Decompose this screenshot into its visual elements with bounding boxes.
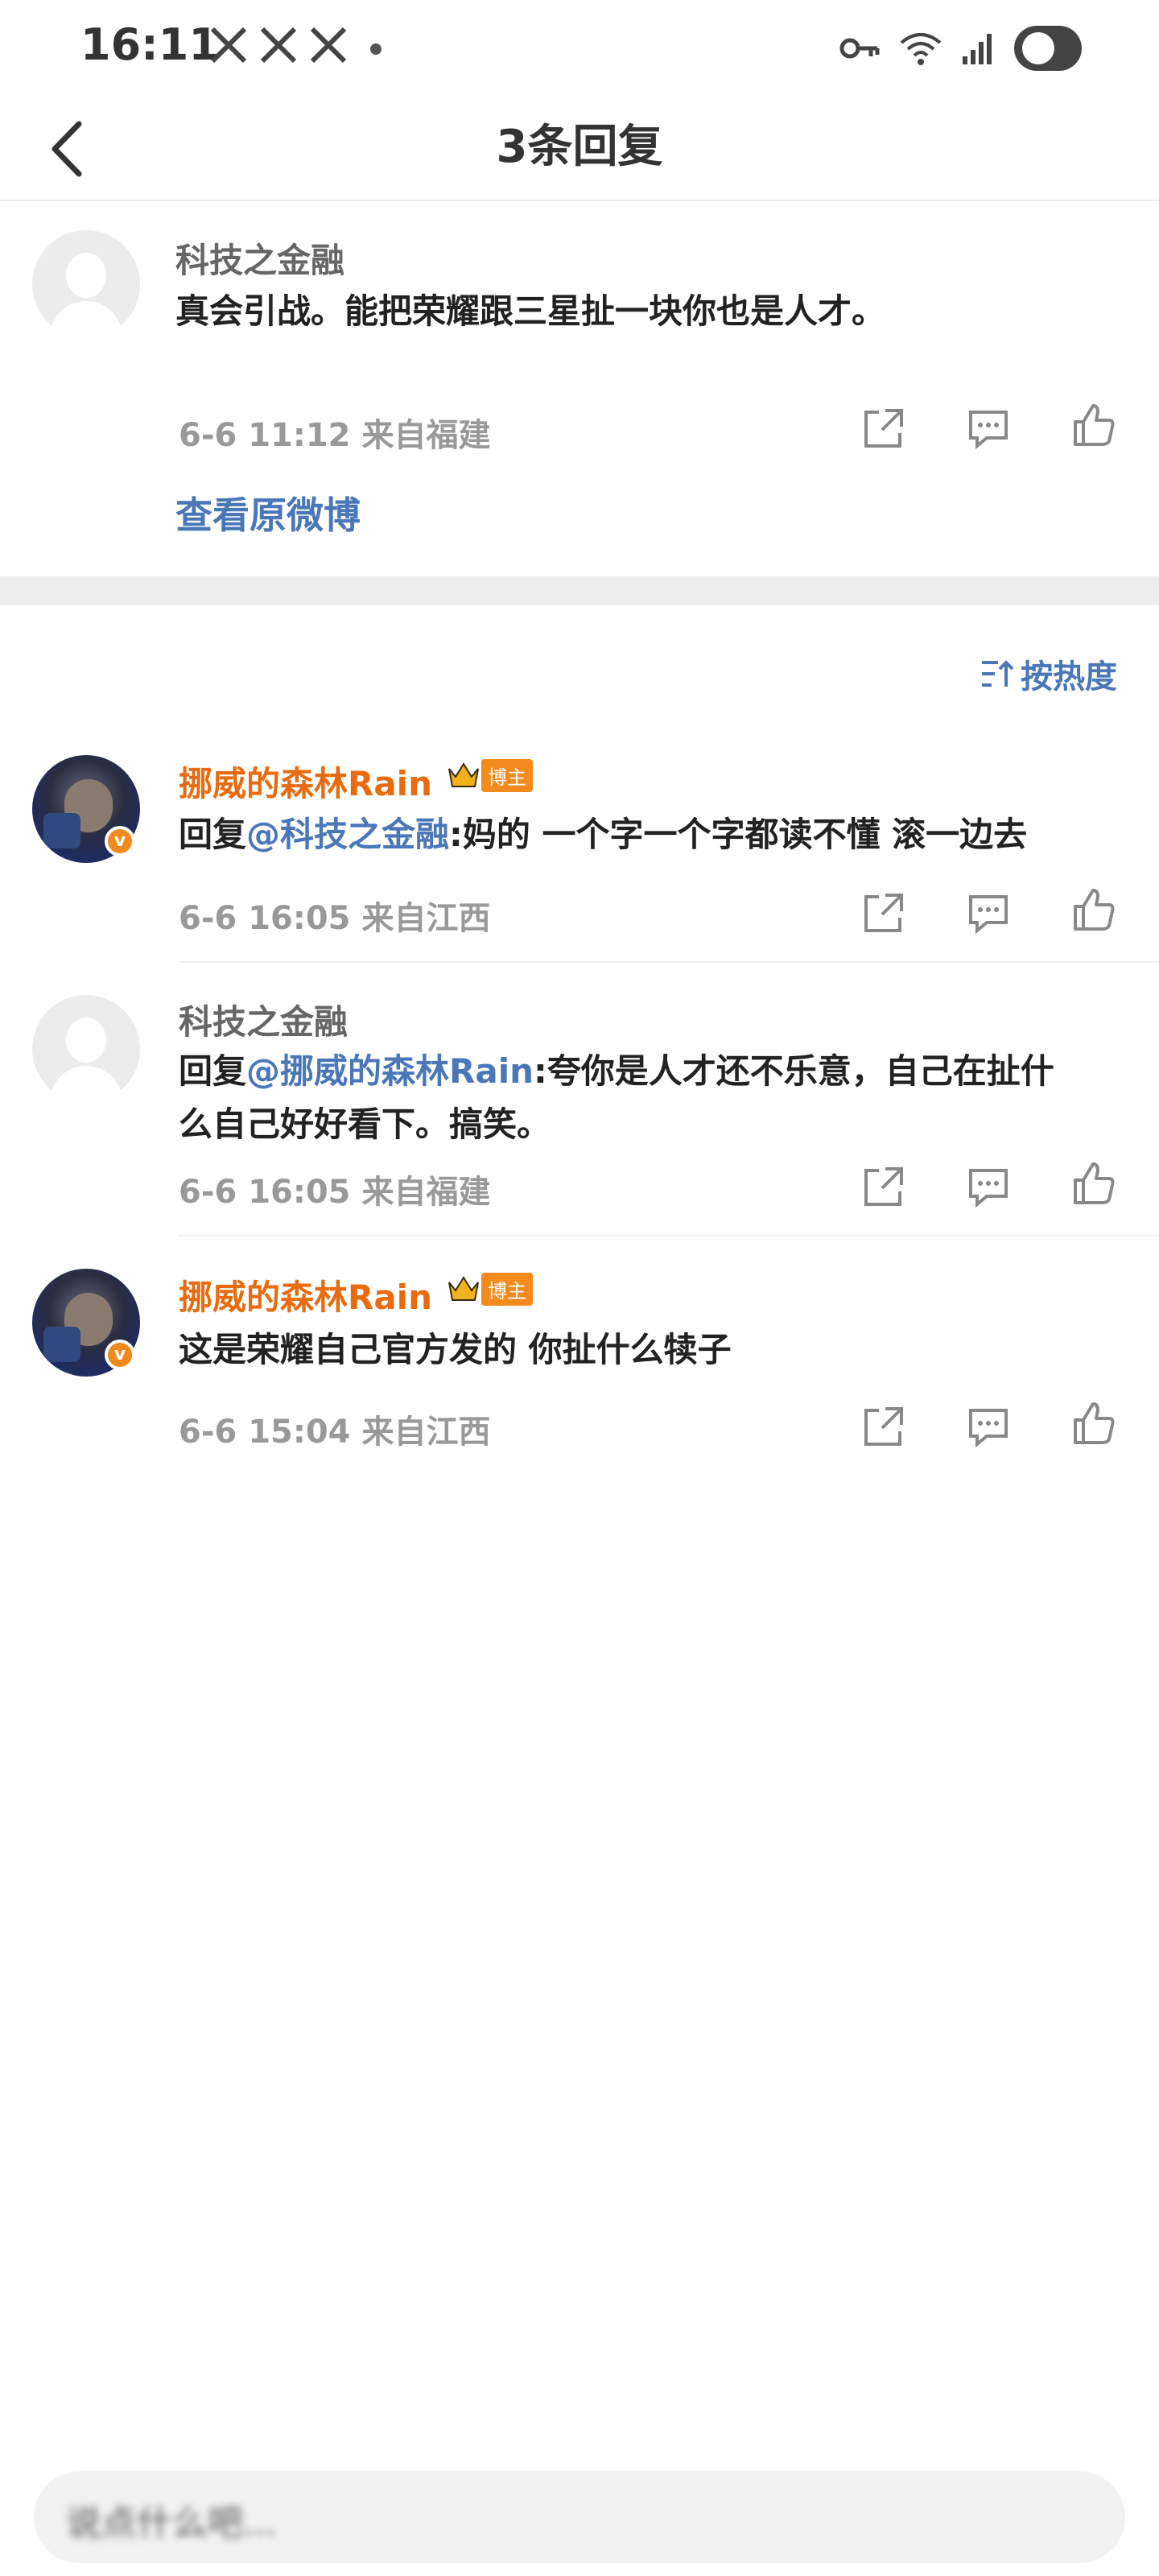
blogger-badge: 博主: [448, 758, 533, 792]
blogger-tag: 博主: [481, 758, 533, 792]
x-app-icon: [260, 27, 297, 64]
comment-text: 这是荣耀自己官方发的 你扯什么犊子: [179, 1330, 732, 1369]
comment-icon[interactable]: [966, 1164, 1011, 1209]
mention-link[interactable]: @挪威的森林Rain: [246, 1051, 534, 1091]
comment-icon[interactable]: [966, 1404, 1011, 1449]
avatar[interactable]: [32, 230, 140, 338]
comment-meta: 6-6 15:04 来自江西: [179, 1414, 491, 1451]
status-time: 16:11: [80, 19, 219, 70]
sort-label: 按热度: [1021, 658, 1117, 696]
nav-bar: 3条回复: [0, 97, 1159, 201]
comment-text: 回复@科技之金融:妈的 一个字一个字都读不懂 滚一边去: [179, 808, 1027, 861]
comment-icon[interactable]: [966, 406, 1011, 451]
avatar[interactable]: [32, 995, 140, 1103]
divider: [179, 961, 1159, 963]
reply-prefix: 回复: [179, 1051, 247, 1091]
status-icons: [839, 24, 1082, 72]
share-icon[interactable]: [861, 890, 906, 935]
share-icon[interactable]: [861, 406, 906, 451]
divider: [179, 1235, 1159, 1236]
comment-text: 真会引战。能把荣耀跟三星扯一块你也是人才。: [175, 291, 886, 331]
verified-badge-icon: v: [105, 1340, 135, 1370]
section-divider: [0, 576, 1159, 605]
crown-icon: [448, 1276, 479, 1301]
status-bar: 16:11: [0, 0, 1159, 97]
blogger-badge: 博主: [448, 1272, 533, 1306]
key-icon: [839, 38, 880, 59]
comment-meta: 6-6 11:12 来自福建: [179, 417, 491, 454]
comment-meta: 6-6 16:05 来自福建: [179, 1174, 491, 1211]
battery-icon: [1014, 26, 1082, 71]
page-title: 3条回复: [496, 121, 663, 173]
username[interactable]: 挪威的森林Rain: [179, 757, 432, 806]
mention-link[interactable]: @科技之金融: [246, 815, 449, 854]
x-app-icon: [310, 27, 347, 64]
like-icon[interactable]: [1070, 1161, 1116, 1206]
view-original-link[interactable]: 查看原微博: [175, 486, 361, 539]
share-icon[interactable]: [861, 1404, 906, 1449]
blogger-tag: 博主: [481, 1272, 533, 1306]
reply-body: :妈的 一个字一个字都读不懂 滚一边去: [449, 815, 1028, 854]
comment-text: 回复@挪威的森林Rain:夸你是人才还不乐意，自己在扯什么自己好好看下。搞笑。: [179, 1045, 1054, 1151]
reply-body-line2: 么自己好好看下。搞笑。: [179, 1104, 551, 1144]
sort-button[interactable]: 按热度: [980, 650, 1117, 697]
wifi-icon: [900, 33, 942, 65]
sort-icon: [982, 660, 1014, 687]
like-icon[interactable]: [1070, 402, 1116, 448]
signal-icon: [963, 34, 992, 64]
username[interactable]: 科技之金融: [179, 995, 348, 1044]
x-app-icon: [210, 27, 247, 64]
comment-meta: 6-6 16:05 来自江西: [179, 900, 491, 937]
crown-icon: [448, 762, 479, 787]
like-icon[interactable]: [1070, 1401, 1116, 1446]
username[interactable]: 挪威的森林Rain: [179, 1270, 432, 1319]
notification-dot-icon: [370, 43, 382, 55]
reply-prefix: 回复: [179, 815, 247, 854]
comment-icon[interactable]: [966, 890, 1011, 935]
like-icon[interactable]: [1070, 887, 1116, 932]
username[interactable]: 科技之金融: [175, 233, 344, 283]
reply-body: :夸你是人才还不乐意，自己在扯什: [534, 1051, 1054, 1091]
share-icon[interactable]: [861, 1164, 906, 1209]
verified-badge-icon: v: [105, 826, 135, 857]
reply-input[interactable]: 说点什么吧...: [34, 2471, 1125, 2563]
input-placeholder: 说点什么吧...: [66, 2503, 277, 2544]
